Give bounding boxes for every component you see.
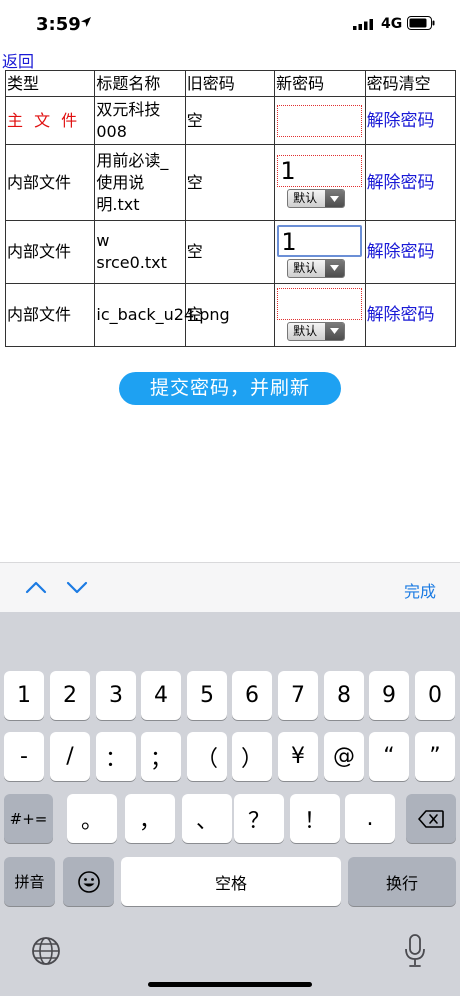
default-select[interactable]: 默认: [287, 258, 346, 278]
key-dot[interactable]: .: [345, 794, 395, 843]
key-9[interactable]: 9: [369, 671, 409, 720]
row-old-password: 空: [184, 96, 276, 145]
key-8[interactable]: 8: [324, 671, 364, 720]
row-type: 内部文件: [4, 144, 96, 221]
delete-key[interactable]: [406, 794, 456, 843]
emoji-icon: [77, 870, 100, 893]
table-row: 主 文 件 双元科技008 空 解除密码: [4, 96, 457, 145]
table-row: 内部文件 w srce0.txt 空 1 默认 解除密码: [4, 220, 457, 284]
key-7[interactable]: 7: [278, 671, 318, 720]
network-type: 4G: [381, 16, 403, 32]
row-old-password: 空: [184, 144, 276, 221]
key-4[interactable]: 4: [141, 671, 181, 720]
chevron-down-icon[interactable]: [66, 581, 88, 594]
key-yen[interactable]: ¥: [278, 732, 318, 781]
globe-icon[interactable]: [31, 936, 61, 966]
key-left-quote[interactable]: “: [369, 732, 409, 781]
chevron-up-icon[interactable]: [25, 581, 47, 594]
triangle-down-icon: [325, 259, 345, 277]
space-key[interactable]: 空格: [121, 857, 341, 906]
header-clear-password: 密码清空: [364, 70, 457, 97]
key-symbols[interactable]: #+=: [4, 794, 53, 843]
clear-password-link[interactable]: 解除密码: [364, 144, 457, 221]
clear-password-link[interactable]: 解除密码: [364, 96, 457, 145]
row-new-password-cell: 默认: [274, 283, 366, 347]
row-title: ic_back_u24.png: [94, 283, 230, 347]
pinyin-key[interactable]: 拼音: [4, 857, 55, 906]
key-0[interactable]: 0: [415, 671, 455, 720]
row-new-password-cell: 1 默认: [274, 220, 366, 284]
select-value: 默认: [293, 260, 318, 275]
key-colon[interactable]: ：: [96, 732, 136, 781]
select-value: 默认: [293, 323, 318, 338]
microphone-icon[interactable]: [404, 934, 426, 968]
key-left-paren[interactable]: （: [187, 732, 227, 781]
key-exclaim[interactable]: ！: [290, 794, 340, 843]
keyboard-accessory-bar: 完成: [0, 562, 460, 613]
key-at[interactable]: @: [324, 732, 364, 781]
key-hyphen[interactable]: -: [4, 732, 44, 781]
return-key[interactable]: 换行: [348, 857, 456, 906]
battery-icon: [407, 16, 435, 30]
key-2[interactable]: 2: [50, 671, 90, 720]
select-value: 默认: [293, 191, 318, 205]
clear-password-link[interactable]: 解除密码: [364, 283, 457, 347]
key-slash[interactable]: /: [50, 732, 90, 781]
done-button[interactable]: 完成: [404, 578, 436, 602]
signal-icon: [353, 19, 373, 30]
emoji-key[interactable]: [63, 857, 114, 906]
table-row: 内部文件 用前必读_使用说明.txt 空 1 默认 解除密码: [4, 144, 457, 221]
key-enumeration-comma[interactable]: 、: [182, 794, 232, 843]
file-password-table: 类型 标题名称 旧密码 新密码 密码清空 主 文 件 双元科技008 空 解除密…: [4, 70, 457, 347]
row-type: 内部文件: [4, 220, 96, 284]
submit-password-button[interactable]: 提交密码，并刷新: [119, 372, 341, 405]
default-select[interactable]: 默认: [287, 189, 346, 208]
key-5[interactable]: 5: [187, 671, 227, 720]
new-password-input[interactable]: 1: [277, 155, 363, 187]
new-password-input-focused[interactable]: 1: [277, 224, 363, 257]
backspace-icon: [418, 809, 444, 828]
key-1[interactable]: 1: [4, 671, 44, 720]
status-bar: 3:59 4G: [0, 0, 460, 48]
header-new-password: 新密码: [274, 70, 366, 97]
header-old-password: 旧密码: [184, 70, 276, 97]
key-right-quote[interactable]: ”: [415, 732, 455, 781]
row-old-password: 空: [184, 220, 276, 284]
clear-password-link[interactable]: 解除密码: [364, 220, 457, 284]
triangle-down-icon: [325, 190, 345, 207]
row-title: 用前必读_使用说明.txt: [94, 144, 186, 221]
row-type: 内部文件: [4, 283, 96, 347]
header-type: 类型: [4, 70, 96, 97]
default-select[interactable]: 默认: [287, 321, 346, 341]
key-3[interactable]: 3: [96, 671, 136, 720]
header-title: 标题名称: [94, 70, 186, 97]
location-arrow-icon: [81, 17, 91, 27]
key-comma-cn[interactable]: ，: [125, 794, 175, 843]
home-indicator: [148, 982, 312, 987]
table-row: 内部文件 ic_back_u24.png 空 默认 解除密码: [4, 283, 457, 347]
triangle-down-icon: [325, 322, 345, 340]
row-title: w srce0.txt: [94, 220, 186, 284]
key-right-paren[interactable]: ）: [232, 732, 272, 781]
new-password-input[interactable]: [277, 104, 363, 137]
key-semicolon[interactable]: ；: [141, 732, 181, 781]
row-type: 主 文 件: [4, 96, 96, 145]
row-title: 双元科技008: [94, 96, 186, 145]
row-new-password-cell: 1 默认: [274, 144, 366, 221]
row-new-password-cell: [274, 96, 366, 145]
back-link[interactable]: 返回: [2, 48, 34, 72]
key-question[interactable]: ？: [234, 794, 284, 843]
key-period-cn[interactable]: 。: [67, 794, 117, 843]
key-6[interactable]: 6: [232, 671, 272, 720]
new-password-input[interactable]: [277, 287, 363, 320]
status-time: 3:59: [36, 14, 81, 35]
keyboard: 1 2 3 4 5 6 7 8 9 0 - / ： ； （ ） ¥ @ “ ” …: [0, 612, 460, 996]
table-header-row: 类型 标题名称 旧密码 新密码 密码清空: [4, 70, 457, 97]
